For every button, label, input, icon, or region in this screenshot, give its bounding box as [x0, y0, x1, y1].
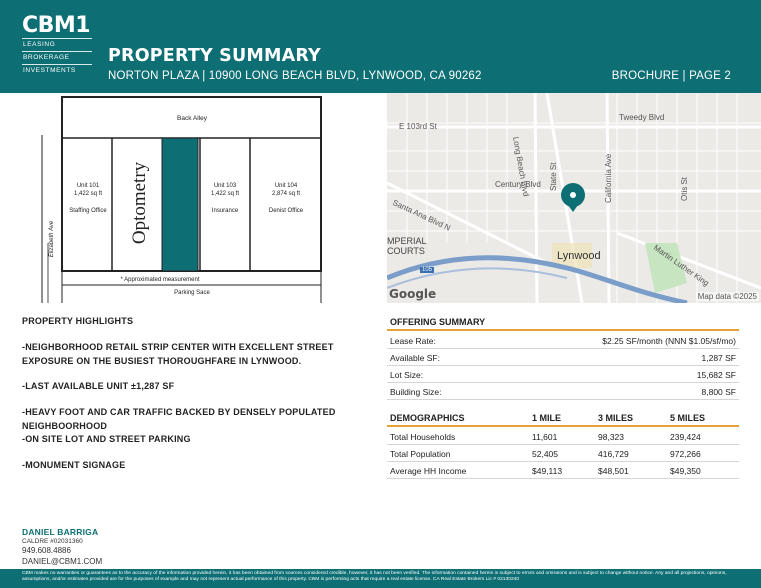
logo-tagline-2: BROKERAGE [22, 51, 92, 64]
table-row: Building Size: 8,800 SF [387, 383, 739, 400]
demographics-value: $48,501 [598, 466, 629, 476]
street-label: Elizabeth Ave [49, 220, 55, 257]
site-plan: Back Alley Elizabeth Ave Unit 101 1,422 … [0, 93, 387, 303]
table-row: Lot Size: 15,682 SF [387, 366, 739, 383]
unit-101-name: Unit 101 [77, 183, 100, 189]
unit-101-size: 1,422 sq ft [74, 191, 102, 197]
map-label-century: Century Blvd [495, 180, 541, 189]
back-alley-label: Back Alley [177, 115, 208, 122]
offering-summary-header: OFFERING SUMMARY [387, 315, 739, 331]
demographics-label: Total Population [390, 449, 451, 459]
map-label-imperial: MPERIAL [387, 236, 427, 246]
offering-value: 1,287 SF [701, 353, 737, 363]
demographics-col-3: 5 MILES [670, 413, 706, 423]
logo-wordmark: CBM1 [22, 13, 91, 38]
offering-label: Lot Size: [390, 370, 424, 380]
table-row: Lease Rate: $2.25 SF/month (NNN $1.05/sf… [387, 332, 739, 349]
table-row: Total Population 52,405 416,729 972,266 [387, 445, 739, 462]
table-row: Available SF: 1,287 SF [387, 349, 739, 366]
map-city-label: Lynwood [557, 250, 601, 262]
agent-name: DANIEL BARRIGA [22, 527, 99, 537]
location-pin-tip [568, 205, 578, 212]
page-indicator: BROCHURE | PAGE 2 [611, 70, 731, 82]
location-pin-icon[interactable] [561, 183, 585, 207]
demographics-value: 416,729 [598, 449, 629, 459]
map-label-california: California Ave [604, 153, 613, 203]
demographics-col-2: 3 MILES [598, 413, 634, 423]
highlight-item: -LAST AVAILABLE UNIT ±1,287 SF [22, 381, 175, 391]
logo-tagline-3: INVESTMENTS [22, 64, 92, 77]
demographics-value: 11,601 [532, 432, 558, 442]
highlight-item: -NEIGHBORHOOD RETAIL STRIP CENTER WITH E… [22, 342, 334, 366]
table-row: Average HH Income $49,113 $48,501 $49,35… [387, 462, 739, 479]
header-bar: CBM1 LEASING BROKERAGE INVESTMENTS PROPE… [0, 0, 761, 93]
highlight-item: -MONUMENT SIGNAGE [22, 460, 126, 470]
highlight-item: -HEAVY FOOT AND CAR TRAFFIC BACKED BY DE… [22, 407, 336, 431]
offering-label: Building Size: [390, 387, 442, 397]
google-logo: Google [389, 287, 437, 301]
demographics-value: $49,350 [670, 466, 701, 476]
offering-label: Lease Rate: [390, 336, 436, 346]
demographics-value: 972,266 [670, 449, 701, 459]
logo-tagline-1: LEASING [22, 38, 92, 51]
map-label-courts: COURTS [387, 246, 425, 256]
agent-phone-link[interactable]: 949.608.4886 [22, 546, 71, 555]
company-logo: CBM1 LEASING BROKERAGE INVESTMENTS [22, 14, 92, 77]
demographics-title: DEMOGRAPHICS [390, 413, 465, 423]
unit-103-name: Unit 103 [214, 183, 237, 189]
demographics-value: 239,424 [670, 432, 701, 442]
freeway-105-shield: 105 [420, 267, 435, 273]
unit-104-size: 2,874 sq ft [272, 191, 300, 197]
demographics-value: $49,113 [532, 466, 563, 476]
highlights-title: PROPERTY HIGHLIGHTS [22, 316, 134, 326]
demographics-label: Total Households [390, 432, 456, 442]
page-title: PROPERTY SUMMARY [108, 46, 321, 66]
table-row: Total Households 11,601 98,323 239,424 [387, 428, 739, 445]
demographics-value: 52,405 [532, 449, 558, 459]
highlight-item: -ON SITE LOT AND STREET PARKING [22, 434, 191, 444]
site-plan-drawing: Back Alley Elizabeth Ave Unit 101 1,422 … [41, 96, 322, 303]
optometry-tenant-label: Optometry [129, 161, 150, 244]
unit-104-tenant: Denist Office [269, 208, 304, 214]
agent-license: CALDRE #02031360 [22, 538, 83, 545]
demographics-label: Average HH Income [390, 466, 467, 476]
offering-summary-title: OFFERING SUMMARY [390, 317, 486, 327]
map-label-otis: Otis St [680, 176, 689, 201]
property-address: NORTON PLAZA | 10900 LONG BEACH BLVD, LY… [108, 70, 482, 82]
map-label-e103: E 103rd St [399, 122, 437, 131]
parking-label: Parking Sace [174, 290, 210, 296]
map-label-tweedy: Tweedy Blvd [619, 113, 665, 122]
unit-101-tenant: Staffing Office [69, 208, 107, 214]
offering-value: $2.25 SF/month (NNN $1.05/sf/mo) [602, 336, 736, 346]
measurement-note: * Approximated measurement [120, 277, 199, 283]
offering-value: 8,800 SF [701, 387, 737, 397]
agent-email-link[interactable]: DANIEL@CBM1.COM [22, 557, 102, 566]
unit-103-tenant: Insurance [212, 208, 239, 214]
demographics-value: 98,323 [598, 432, 624, 442]
map-label-state: State St [549, 162, 558, 191]
map-attribution[interactable]: Map data ©2025 [695, 292, 759, 301]
unit-104-name: Unit 104 [275, 183, 298, 189]
offering-value: 15,682 SF [696, 370, 736, 380]
offering-label: Available SF: [390, 353, 440, 363]
footer-disclaimer: CBM makes no warranties or guarantees as… [0, 569, 761, 588]
demographics-header: DEMOGRAPHICS 1 MILE 3 MILES 5 MILES [387, 411, 739, 427]
unit-103-size: 1,422 sq ft [211, 191, 239, 197]
demographics-col-1: 1 MILE [532, 413, 562, 423]
